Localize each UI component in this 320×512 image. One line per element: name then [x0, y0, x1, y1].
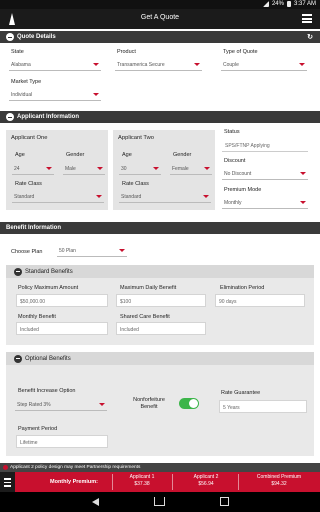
- status-field[interactable]: SPS/FTNP Applying: [222, 139, 308, 152]
- gender-label: Gender: [173, 152, 192, 158]
- collapse-icon[interactable]: [14, 267, 22, 276]
- age-label: Age: [122, 152, 132, 158]
- max-daily-field[interactable]: $100: [116, 294, 206, 307]
- policy-max-field[interactable]: $50,000.00: [16, 294, 108, 307]
- quote-details-header[interactable]: Quote Details ↻: [0, 31, 320, 43]
- chevron-down-icon: [93, 63, 99, 66]
- rate-class-label: Rate Class: [122, 181, 149, 187]
- chevron-down-icon: [204, 167, 210, 170]
- applicant-one-title: Applicant One: [11, 135, 48, 141]
- menu-icon[interactable]: [302, 14, 312, 23]
- chevron-down-icon: [46, 167, 52, 170]
- back-icon[interactable]: [92, 498, 99, 506]
- chevron-down-icon: [203, 195, 209, 198]
- discount-label: Discount: [224, 158, 246, 164]
- premium-mode-select[interactable]: Monthly: [222, 196, 308, 209]
- page-title: Get A Quote: [140, 14, 180, 21]
- product-select[interactable]: Transamerica Secure: [115, 58, 202, 71]
- market-type-label: Market Type: [11, 79, 42, 85]
- choose-plan-label: Choose Plan: [11, 249, 43, 255]
- applicant1-premium: Applicant 1 $37.38: [129, 474, 155, 487]
- payment-period-field[interactable]: Lifetime: [16, 435, 108, 448]
- optional-benefits-header[interactable]: Optional Benefits: [6, 352, 314, 365]
- premium-bar: Monthly Premium: Applicant 1 $37.38 Appl…: [0, 472, 320, 492]
- age-label: Age: [15, 152, 25, 158]
- standard-benefits-panel: Standard Benefits Policy Maximum Amount …: [6, 265, 314, 345]
- applicant-two-age-select[interactable]: 30: [119, 162, 161, 175]
- recent-apps-icon[interactable]: [220, 497, 229, 506]
- app-bar: Get A Quote: [0, 9, 320, 29]
- benefit-info-header[interactable]: Benefit Information: [0, 222, 320, 234]
- market-type-select[interactable]: Individual: [9, 88, 101, 101]
- partnership-alert: Applicant 2 policy design may meet Partn…: [0, 463, 320, 472]
- clock: 3:37 AM: [293, 1, 316, 7]
- max-daily-label: Maximum Daily Benefit: [120, 285, 177, 291]
- chevron-down-icon: [96, 195, 102, 198]
- monthly-benefit-field[interactable]: Included: [16, 322, 108, 335]
- applicant-one-gender-select[interactable]: Male: [63, 162, 105, 175]
- applicant2-premium: Applicant 2 $56.94: [193, 474, 219, 487]
- status-bar: 24% 3:37 AM: [0, 0, 320, 9]
- applicant-one-age-select[interactable]: 24: [12, 162, 54, 175]
- combined-premium: Combined Premium $94.32: [256, 474, 302, 487]
- applicant-one-rate-class-select[interactable]: Standard: [12, 190, 104, 203]
- quote-type-label: Type of Quote: [223, 49, 258, 55]
- applicant-two-title: Applicant Two: [118, 135, 154, 141]
- chevron-down-icon: [153, 167, 159, 170]
- payment-period-label: Payment Period: [18, 426, 58, 432]
- collapse-icon[interactable]: [6, 113, 14, 121]
- drawer-menu-icon[interactable]: [0, 472, 15, 492]
- chevron-down-icon: [299, 63, 305, 66]
- policy-max-label: Policy Maximum Amount: [18, 285, 79, 291]
- chevron-down-icon: [119, 249, 125, 252]
- chevron-down-icon: [300, 201, 306, 204]
- system-nav-bar: [0, 492, 320, 512]
- chevron-down-icon: [93, 93, 99, 96]
- standard-benefits-header[interactable]: Standard Benefits: [6, 265, 314, 278]
- applicant-two-gender-select[interactable]: Female: [170, 162, 212, 175]
- rate-class-label: Rate Class: [15, 181, 42, 187]
- quote-type-select[interactable]: Couple: [221, 58, 307, 71]
- optional-benefits-panel: Optional Benefits Benefit Increase Optio…: [6, 352, 314, 456]
- warning-icon: [3, 464, 8, 470]
- collapse-icon[interactable]: [6, 33, 14, 41]
- nonforfeiture-label: Nonforfeiture Benefit: [133, 397, 165, 410]
- benefit-increase-select[interactable]: Step Rated 3%: [15, 398, 107, 411]
- collapse-icon[interactable]: [14, 354, 22, 363]
- shared-care-field[interactable]: Included: [116, 322, 206, 335]
- gender-label: Gender: [66, 152, 85, 158]
- status-label: Status: [224, 129, 240, 135]
- chevron-down-icon: [99, 403, 105, 406]
- premium-title: Monthly Premium:: [50, 479, 98, 485]
- refresh-icon[interactable]: ↻: [307, 33, 313, 41]
- chevron-down-icon: [97, 167, 103, 170]
- applicant-two-rate-class-select[interactable]: Standard: [119, 190, 211, 203]
- state-label: State: [11, 49, 24, 55]
- choose-plan-select[interactable]: 50 Plan: [57, 244, 127, 257]
- elimination-label: Elimination Period: [220, 285, 265, 291]
- rate-guarantee-label: Rate Guarantee: [221, 390, 261, 396]
- applicant-one-panel: Applicant One Age 24 Gender Male Rate Cl…: [6, 130, 108, 210]
- benefit-increase-label: Benefit Increase Option: [18, 388, 76, 394]
- wifi-icon: [262, 1, 269, 7]
- chevron-down-icon: [300, 172, 306, 175]
- monthly-benefit-label: Monthly Benefit: [18, 314, 56, 320]
- rate-guarantee-field[interactable]: 5 Years: [219, 400, 307, 413]
- shared-care-label: Shared Care Benefit: [120, 314, 170, 320]
- nonforfeiture-toggle[interactable]: [179, 398, 199, 409]
- battery-icon: [286, 1, 291, 7]
- battery-percent: 24%: [271, 1, 284, 7]
- applicant-info-header[interactable]: Applicant Information: [0, 111, 320, 123]
- home-icon[interactable]: [154, 497, 165, 506]
- applicant-two-panel: Applicant Two Age 30 Gender Female Rate …: [113, 130, 215, 210]
- elimination-field[interactable]: 90 days: [215, 294, 305, 307]
- discount-select[interactable]: No Discount: [222, 167, 308, 180]
- state-select[interactable]: Alabama: [9, 58, 101, 71]
- chevron-down-icon: [194, 63, 200, 66]
- premium-mode-label: Premium Mode: [224, 187, 262, 193]
- product-label: Product: [117, 49, 136, 55]
